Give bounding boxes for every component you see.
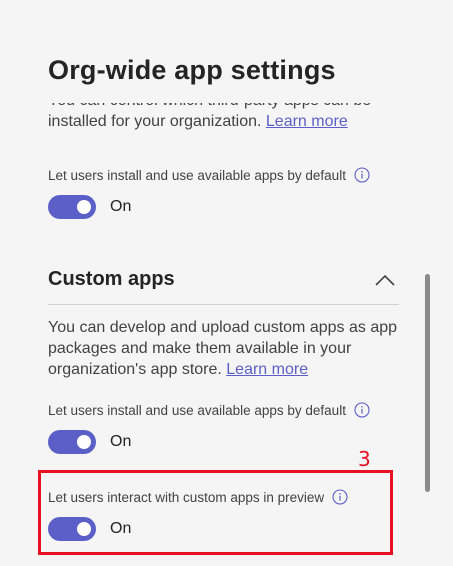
vertical-scrollbar-thumb[interactable] (425, 274, 430, 492)
third-party-description: You can control which third-party apps c… (48, 103, 408, 132)
page-title: Org-wide app settings (48, 55, 336, 85)
custom-apps-install-setting-label-text: Let users install and use available apps… (48, 402, 346, 418)
info-icon[interactable] (354, 167, 370, 183)
custom-apps-install-toggle-row: On (48, 430, 131, 454)
third-party-toggle[interactable] (48, 195, 96, 219)
toggle-knob (77, 200, 91, 214)
third-party-toggle-row: On (48, 195, 131, 219)
annotation-step-number: 3 (358, 447, 371, 471)
custom-apps-learn-more-link[interactable]: Learn more (226, 361, 308, 378)
third-party-setting-label-text: Let users install and use available apps… (48, 167, 346, 183)
info-icon[interactable] (354, 402, 370, 418)
custom-apps-description: You can develop and upload custom apps a… (48, 317, 408, 380)
custom-apps-description-text: You can develop and upload custom apps a… (48, 319, 398, 378)
custom-apps-divider (48, 304, 399, 305)
custom-apps-install-toggle[interactable] (48, 430, 96, 454)
chevron-up-icon[interactable] (374, 273, 396, 287)
third-party-learn-more-link[interactable]: Learn more (266, 113, 348, 130)
custom-apps-install-setting-label: Let users install and use available apps… (48, 402, 370, 418)
toggle-knob (77, 435, 91, 449)
custom-apps-install-toggle-state: On (110, 433, 132, 450)
third-party-toggle-state: On (110, 198, 132, 215)
org-wide-app-settings-panel: Org-wide app settings You can control wh… (0, 0, 453, 566)
annotation-highlight-box (38, 470, 393, 555)
custom-apps-heading: Custom apps (48, 268, 175, 290)
third-party-setting-label: Let users install and use available apps… (48, 167, 370, 183)
